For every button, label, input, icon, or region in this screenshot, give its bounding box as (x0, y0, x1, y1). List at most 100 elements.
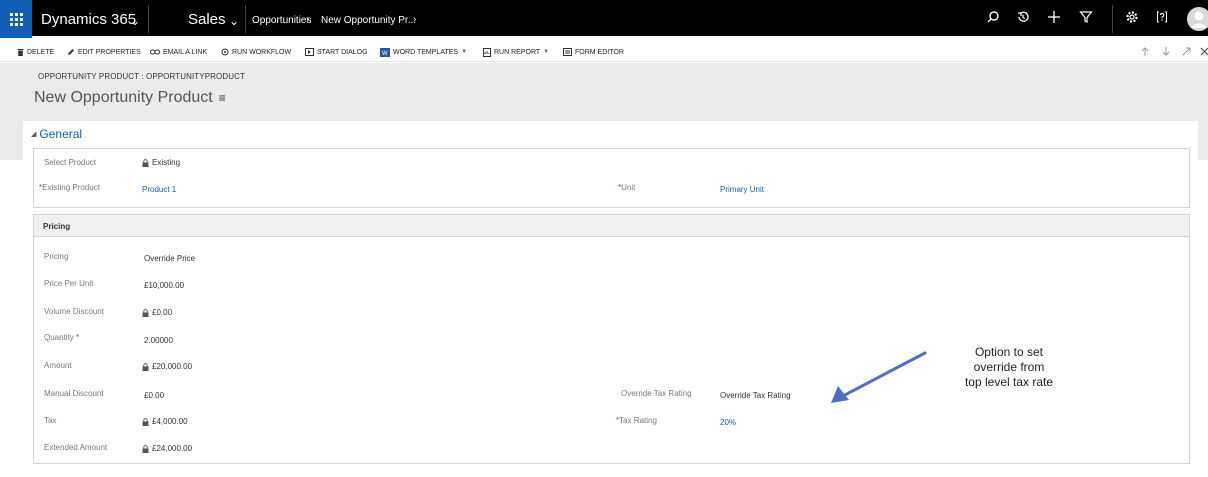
pricing-label: Pricing (44, 252, 69, 261)
plus-icon[interactable] (1047, 10, 1061, 24)
app-launcher-icon[interactable] (0, 0, 32, 38)
record-title-text: New Opportunity Product (34, 89, 213, 106)
word-templates-label: WORD TEMPLATES (393, 48, 459, 56)
recent-icon[interactable] (1016, 10, 1030, 24)
search-icon[interactable] (986, 10, 1000, 24)
required-asterisk: * (76, 333, 80, 342)
select-product-label: Select Product (44, 158, 97, 167)
word-templates-dropdown-icon: ▼ (461, 49, 468, 55)
tax-rating-lookup[interactable]: 20% (720, 418, 736, 427)
lock-icon (142, 444, 149, 453)
run-report-dropdown-icon: ▼ (543, 49, 550, 55)
help-icon[interactable] (1155, 10, 1169, 24)
divider (245, 5, 246, 33)
manual-discount-field[interactable]: £0.00 (144, 391, 164, 400)
annotation-line-2: override from (973, 360, 1045, 374)
tax-label: Tax (44, 416, 57, 425)
select-product-field: Existing (142, 158, 180, 167)
price-per-unit-field[interactable]: £10,000.00 (144, 281, 184, 290)
amount-label: Amount (44, 361, 72, 370)
run-report-button[interactable]: RUN REPORT ▼ (483, 46, 549, 58)
run-workflow-label: RUN WORKFLOW (232, 48, 292, 56)
amount-value: £20,000.00 (152, 362, 193, 371)
next-record-icon[interactable] (1162, 47, 1170, 56)
extended-amount-value: £24,000.00 (152, 444, 193, 453)
override-tax-rating-field[interactable]: Override Tax Rating (720, 391, 791, 400)
lock-icon (142, 158, 149, 167)
run-report-label: RUN REPORT (494, 48, 541, 56)
trash-icon (17, 49, 24, 56)
breadcrumb-opportunities[interactable]: Opportunities (252, 15, 311, 26)
volume-discount-label: Volume Discount (44, 307, 105, 316)
close-icon[interactable] (1200, 47, 1208, 56)
area-chevron-down-icon[interactable]: ⌄ (229, 14, 239, 28)
volume-discount-field: £0.00 (142, 308, 172, 317)
existing-product-lookup[interactable]: Product 1 (142, 185, 176, 194)
form-editor-button[interactable]: FORM EDITOR (563, 46, 624, 58)
general-section-toggle[interactable]: ◢ General (31, 127, 82, 141)
top-navigation-bar: Dynamics 365 ⌄ Sales ⌄ Opportunities › N… (0, 0, 1208, 38)
pricing-section: Pricing Pricing Override Price Price Per… (33, 214, 1190, 464)
amount-field: £20,000.00 (142, 362, 192, 371)
general-section-title: General (39, 127, 83, 141)
edit-properties-button[interactable]: EDIT PROPERTIES (67, 46, 141, 58)
extended-amount-label: Extended Amount (44, 443, 108, 452)
divider (1112, 5, 1113, 33)
quantity-label: Quantity * (44, 333, 80, 342)
app-name[interactable]: Dynamics 365 (41, 11, 136, 28)
annotation-line-3: top level tax rate (964, 375, 1054, 389)
entity-label: OPPORTUNITY PRODUCT : OPPORTUNITYPRODUCT (38, 72, 245, 81)
existing-product-label: *Existing Product (39, 183, 100, 192)
pencil-icon (68, 49, 74, 55)
collapse-triangle-icon: ◢ (31, 131, 37, 138)
previous-record-icon[interactable] (1141, 47, 1149, 56)
override-tax-rating-label: Override Tax Rating (621, 389, 692, 398)
command-bar: DELETE EDIT PROPERTIES EMAIL A LINK RUN … (0, 40, 1208, 62)
breadcrumb-more-icon[interactable]: › (413, 14, 416, 25)
start-dialog-label: START DIALOG (317, 48, 368, 56)
word-templates-button[interactable]: W WORD TEMPLATES ▼ (380, 46, 467, 58)
expand-icon[interactable] (1182, 47, 1191, 56)
run-workflow-button[interactable]: RUN WORKFLOW (221, 46, 291, 58)
app-chevron-down-icon[interactable]: ⌄ (130, 14, 140, 28)
pricing-section-header: Pricing (34, 215, 1189, 237)
tax-value: £4,000.00 (152, 417, 188, 426)
page-title: New Opportunity Product ≡ (34, 89, 226, 107)
price-per-unit-label: Price Per Unit (44, 279, 94, 288)
volume-discount-value: £0.00 (152, 308, 173, 317)
pricing-field[interactable]: Override Price (144, 254, 195, 263)
breadcrumb-record[interactable]: New Opportunity Pr... (321, 15, 416, 26)
svg-text:W: W (382, 51, 388, 57)
email-a-link-label: EMAIL A LINK (163, 48, 208, 56)
dialog-icon (305, 48, 314, 56)
settings-icon[interactable] (1125, 10, 1139, 24)
tax-rating-label: *Tax Rating (616, 416, 657, 425)
select-product-value: Existing (152, 158, 181, 167)
report-icon (483, 47, 491, 57)
form-body: ◢ General Select Product Existing *Exist… (23, 121, 1198, 477)
quantity-field[interactable]: 2.00000 (144, 336, 173, 345)
unit-lookup[interactable]: Primary Unit (720, 185, 764, 194)
start-dialog-button[interactable]: START DIALOG (305, 46, 368, 58)
link-icon (150, 49, 160, 55)
lock-icon (142, 417, 149, 426)
email-a-link-button[interactable]: EMAIL A LINK (150, 46, 207, 58)
annotation-arrow-icon (831, 351, 927, 403)
form-editor-icon (563, 48, 572, 56)
filter-icon[interactable] (1079, 10, 1093, 24)
lock-icon (142, 362, 149, 371)
delete-label: DELETE (27, 48, 55, 56)
lock-icon (142, 308, 149, 317)
annotation-callout: Option to set override from top level ta… (940, 345, 1078, 390)
word-icon: W (380, 47, 390, 57)
unit-label: *Unit (618, 183, 636, 192)
annotation-line-1: Option to set (974, 345, 1044, 359)
extended-amount-field: £24,000.00 (142, 444, 192, 453)
divider (148, 5, 149, 33)
form-selector-menu-icon[interactable]: ≡ (219, 91, 226, 105)
area-name[interactable]: Sales (188, 11, 226, 28)
delete-button[interactable]: DELETE (17, 46, 54, 58)
workflow-icon (221, 48, 229, 56)
user-avatar-icon[interactable] (1186, 6, 1208, 32)
breadcrumb-separator-icon: › (306, 14, 310, 25)
